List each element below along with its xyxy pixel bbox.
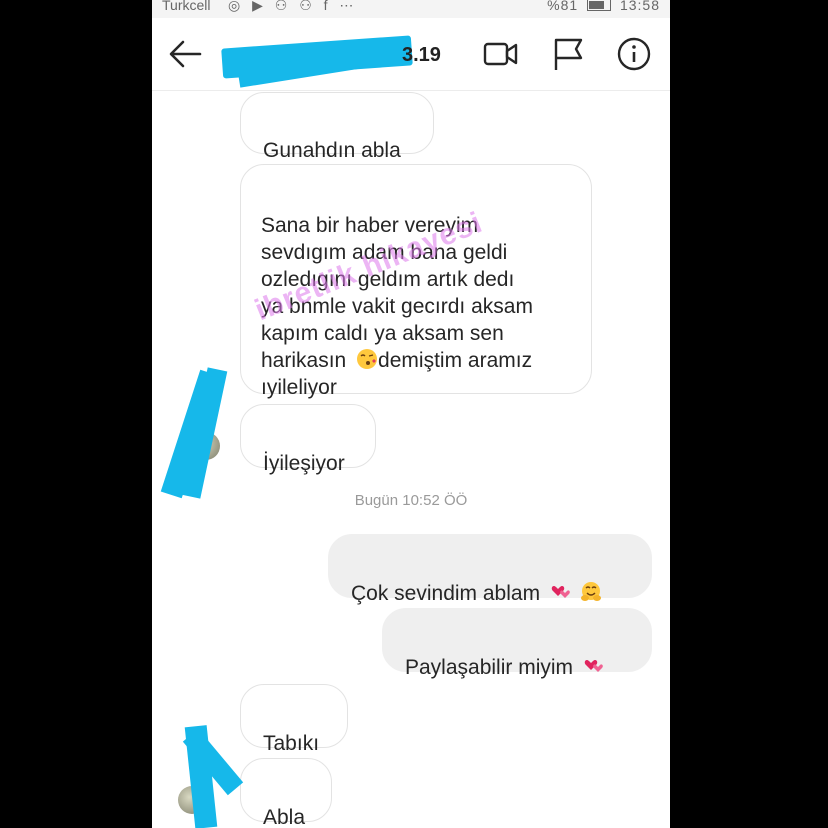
info-icon[interactable] <box>614 34 654 74</box>
battery-percent: %81 <box>547 0 579 13</box>
back-arrow-icon[interactable] <box>166 34 206 74</box>
message-text: Çok sevindim ablam <box>351 582 546 605</box>
message-received[interactable]: İyileşiyor <box>240 404 376 475</box>
notification-icons: ◎ ▶ ⚇ ⚇ f ⋯ <box>228 0 358 13</box>
two-hearts-emoji-icon <box>584 659 603 672</box>
chat-title[interactable]: 3.19 <box>402 44 441 67</box>
battery-icon <box>587 0 612 12</box>
chat-header: 3.19 <box>152 18 670 91</box>
clock: 13:58 <box>619 0 660 13</box>
message-received[interactable]: Tabıkı <box>240 684 348 755</box>
status-right: %81 13:58 <box>547 0 660 13</box>
message-received[interactable]: Sana bir haber vereyim sevdıgım adam ban… <box>240 164 592 399</box>
timestamp: Bugün 10:52 ÖÖ <box>354 492 468 509</box>
message-text: Abla <box>263 806 306 828</box>
flag-icon[interactable] <box>548 34 588 74</box>
carrier-label: Turkcell <box>162 0 211 13</box>
two-hearts-emoji-icon <box>551 585 570 598</box>
message-received[interactable]: Gunahdın abla <box>240 92 434 162</box>
video-call-icon[interactable] <box>480 34 520 74</box>
phone-screen: Turkcell ◎ ▶ ⚇ ⚇ f ⋯ %81 13:58 3.19 Guna <box>152 0 670 828</box>
hugging-face-emoji-icon <box>580 582 601 601</box>
message-received[interactable]: Abla <box>240 758 332 828</box>
message-text: Paylaşabilir miyim <box>405 656 579 679</box>
message-sent[interactable]: Paylaşabilir miyim <box>382 608 652 679</box>
kissing-face-emoji-icon <box>357 349 378 369</box>
message-text: Tabıkı <box>263 732 320 755</box>
message-sent[interactable]: Çok sevindim ablam <box>328 534 652 605</box>
status-bar: Turkcell ◎ ▶ ⚇ ⚇ f ⋯ %81 13:58 <box>152 0 670 18</box>
message-text: Gunahdın abla <box>263 139 401 162</box>
message-text: İyileşiyor <box>263 452 345 475</box>
